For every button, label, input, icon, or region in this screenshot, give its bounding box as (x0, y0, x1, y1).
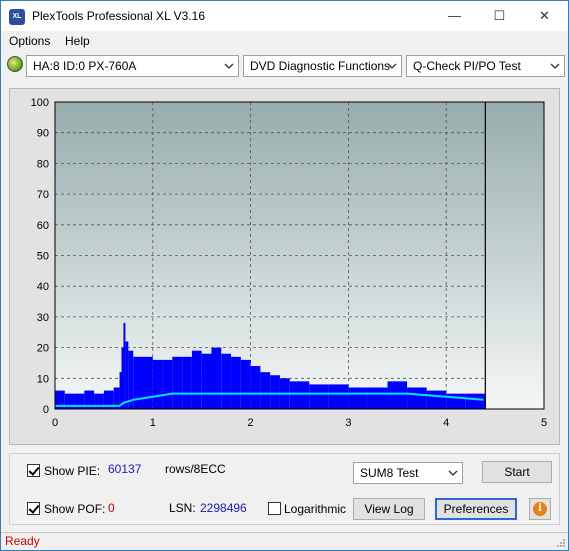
pie-bar (211, 347, 222, 409)
x-axis-ticks: 0 1 2 3 4 5 (52, 417, 547, 429)
pie-bar (299, 381, 310, 409)
function-select-value: DVD Diagnostic Functions (250, 59, 391, 73)
pie-bar (123, 323, 126, 409)
function-select[interactable]: DVD Diagnostic Functions (243, 55, 402, 77)
menu-help[interactable]: Help (65, 34, 90, 48)
drive-select[interactable]: HA:8 ID:0 PX-760A (26, 55, 239, 77)
show-pie-label: Show PIE: (44, 464, 101, 478)
status-text: Ready (5, 534, 40, 548)
close-button[interactable]: ✕ (522, 1, 567, 30)
pie-bar (426, 390, 447, 409)
disc-drive-icon (7, 56, 23, 72)
unused-region (485, 102, 544, 409)
y-tick-label: 20 (37, 343, 49, 355)
pie-bar (201, 353, 212, 409)
preferences-button[interactable]: Preferences (435, 498, 517, 520)
pie-bar (162, 359, 173, 409)
status-bar: Ready (1, 532, 568, 550)
pie-bar (407, 387, 427, 409)
logarithmic-label: Logarithmic (284, 502, 347, 516)
window-title: PlexTools Professional XL V3.16 (32, 9, 205, 23)
y-tick-label: 40 (37, 281, 49, 293)
x-tick-label: 2 (248, 417, 254, 429)
x-tick-label: 1 (150, 417, 156, 429)
maximize-button[interactable]: ☐ (477, 1, 522, 30)
chevron-down-icon (448, 470, 458, 476)
y-tick-label: 30 (37, 312, 49, 324)
pof-value: 0 (108, 501, 115, 515)
pie-bar (348, 387, 368, 409)
y-tick-label: 60 (37, 220, 49, 232)
y-axis-ticks: 0 10 20 30 40 50 60 70 80 90 100 (31, 97, 49, 416)
app-window: XL PlexTools Professional XL V3.16 — ☐ ✕… (0, 0, 569, 551)
pie-bar (367, 387, 388, 409)
x-tick-label: 3 (345, 417, 351, 429)
y-tick-label: 100 (31, 97, 49, 109)
sum-test-value: SUM8 Test (360, 466, 419, 480)
pie-bar (309, 384, 329, 409)
logarithmic-checkbox[interactable] (268, 502, 281, 515)
x-tick-label: 4 (443, 417, 449, 429)
pie-bar (152, 359, 163, 409)
minimize-button[interactable]: — (432, 1, 477, 30)
y-tick-label: 90 (37, 128, 49, 140)
x-tick-label: 5 (541, 417, 547, 429)
chevron-down-icon (550, 63, 560, 69)
lsn-value: 2298496 (200, 501, 247, 515)
test-select[interactable]: Q-Check PI/PO Test (406, 55, 565, 77)
pie-bar (240, 359, 251, 409)
pie-bar (260, 372, 271, 409)
pie-bar (133, 356, 144, 409)
chevron-down-icon (224, 63, 234, 69)
chart-panel: 0 10 20 30 40 50 60 70 80 90 100 0 1 2 3 4 5 (9, 88, 560, 445)
pie-bar (143, 356, 153, 409)
controls-panel: Show PIE: 60137 rows/8ECC SUM8 Test Star… (9, 453, 560, 525)
pie-bar (250, 366, 261, 409)
resize-grip-icon[interactable] (556, 538, 566, 548)
show-pof-checkbox[interactable] (27, 502, 40, 515)
lsn-label: LSN: (169, 501, 196, 515)
y-tick-label: 0 (43, 404, 49, 416)
test-select-value: Q-Check PI/PO Test (413, 59, 521, 73)
pie-bar (270, 375, 280, 409)
menu-bar: Options Help (1, 31, 568, 51)
pie-bar (221, 353, 232, 409)
info-button[interactable]: i (529, 498, 551, 520)
app-logo-icon: XL (9, 9, 25, 25)
x-tick-label: 0 (52, 417, 58, 429)
pie-bar (121, 347, 124, 409)
pie-bar (172, 356, 183, 409)
y-tick-label: 10 (37, 373, 49, 385)
pie-bar (125, 341, 129, 409)
view-log-button[interactable]: View Log (353, 498, 425, 520)
y-tick-label: 80 (37, 158, 49, 170)
y-tick-label: 50 (37, 251, 49, 263)
show-pie-checkbox[interactable] (27, 464, 40, 477)
pie-bar (231, 356, 241, 409)
drive-select-value: HA:8 ID:0 PX-760A (33, 59, 137, 73)
y-tick-label: 70 (37, 189, 49, 201)
pie-bar (289, 381, 300, 409)
pie-bar (328, 384, 349, 409)
pie-bar (182, 356, 192, 409)
pie-bar (465, 393, 484, 409)
pie-bar (191, 350, 202, 409)
start-button[interactable]: Start (482, 461, 552, 483)
show-pof-label: Show POF: (44, 502, 106, 516)
menu-options[interactable]: Options (9, 34, 50, 48)
chevron-down-icon (387, 63, 397, 69)
pie-unit: rows/8ECC (165, 462, 226, 476)
info-icon: i (533, 502, 547, 516)
pi-po-chart: 0 10 20 30 40 50 60 70 80 90 100 0 1 2 3 4 5 (31, 97, 547, 429)
pie-value: 60137 (108, 462, 142, 476)
title-bar: XL PlexTools Professional XL V3.16 — ☐ ✕ (1, 1, 568, 31)
sum-test-select[interactable]: SUM8 Test (353, 462, 463, 484)
pie-bar (387, 381, 408, 409)
